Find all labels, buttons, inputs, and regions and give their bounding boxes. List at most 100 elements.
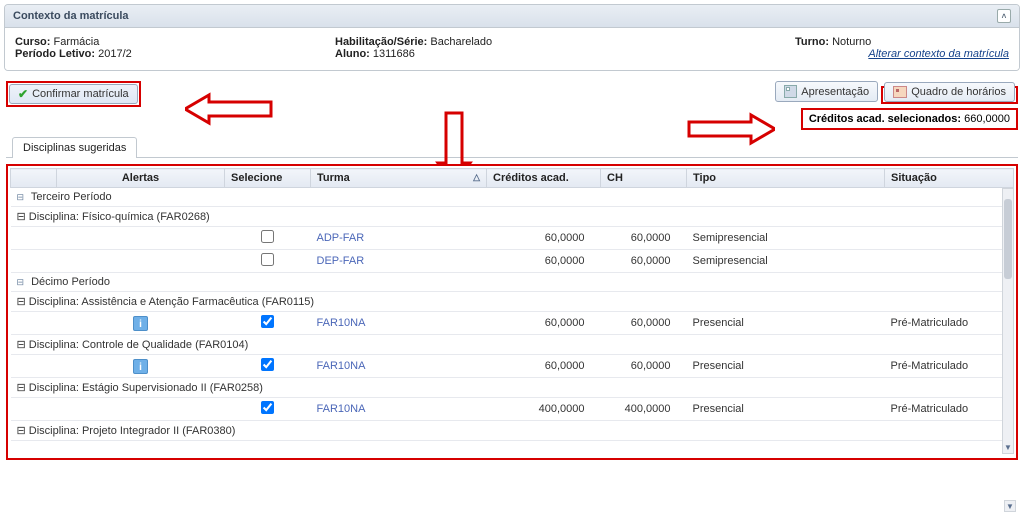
check-icon: ✔	[18, 88, 28, 100]
situacao-value	[885, 250, 1014, 273]
panel-title: Contexto da matrícula	[13, 10, 129, 22]
info-icon[interactable]: i	[133, 359, 148, 374]
cred-value: 60,0000	[487, 355, 601, 378]
select-checkbox[interactable]	[261, 401, 274, 414]
confirm-button-label: Confirmar matrícula	[32, 88, 129, 100]
schedule-button[interactable]: Quadro de horários	[884, 82, 1015, 102]
cred-value: 60,0000	[487, 250, 601, 273]
turma-link[interactable]: FAR10NA	[317, 317, 366, 329]
annotation-arrow-right	[685, 112, 775, 146]
periodo-value: 2017/2	[98, 48, 132, 60]
grid-container: Alertas Selecione Turma△ Créditos acad. …	[6, 164, 1018, 460]
presentation-button-label: Apresentação	[801, 86, 869, 98]
schedule-button-label: Quadro de horários	[911, 86, 1006, 98]
page-scroll-down-icon[interactable]: ▼	[1004, 500, 1016, 512]
select-checkbox[interactable]	[261, 315, 274, 328]
col-ch[interactable]: CH	[601, 169, 687, 188]
situacao-value: Pré-Matriculado	[885, 398, 1014, 421]
presentation-icon	[784, 85, 797, 98]
panel-body: Curso: Farmácia Período Letivo: 2017/2 H…	[5, 28, 1019, 70]
credits-label: Créditos acad. selecionados:	[809, 113, 961, 125]
info-row: Curso: Farmácia Período Letivo: 2017/2 H…	[15, 36, 1009, 60]
credits-value: 660,0000	[964, 113, 1010, 125]
collapse-discipline-icon[interactable]: ⊟	[17, 381, 26, 394]
turma-link[interactable]: FAR10NA	[317, 360, 366, 372]
presentation-button[interactable]: Apresentação	[775, 81, 878, 102]
turma-link[interactable]: ADP-FAR	[317, 232, 365, 244]
curso-value: Farmácia	[54, 36, 100, 48]
col-alertas[interactable]: Alertas	[57, 169, 225, 188]
credits-box: Créditos acad. selecionados: 660,0000	[801, 108, 1018, 130]
cred-value: 60,0000	[487, 312, 601, 335]
tipo-value: Semipresencial	[687, 227, 885, 250]
collapse-group-icon[interactable]: ⊟	[17, 277, 25, 288]
col-tipo[interactable]: Tipo	[687, 169, 885, 188]
tipo-value: Presencial	[687, 398, 885, 421]
turma-link[interactable]: DEP-FAR	[317, 255, 365, 267]
discipline-row[interactable]: ⊟ Disciplina: Controle de Qualidade (FAR…	[11, 335, 1014, 355]
sort-asc-icon: △	[473, 172, 480, 183]
annotation-box-schedule: Quadro de horários	[881, 86, 1018, 104]
group-row[interactable]: ⊟ Décimo Período	[11, 273, 1014, 292]
cred-value: 400,0000	[487, 398, 601, 421]
context-panel: Contexto da matrícula ˄ Curso: Farmácia …	[4, 4, 1020, 71]
situacao-value: Pré-Matriculado	[885, 312, 1014, 335]
tab-suggested[interactable]: Disciplinas sugeridas	[12, 137, 137, 158]
col-expand[interactable]	[11, 169, 57, 188]
col-cred[interactable]: Créditos acad.	[487, 169, 601, 188]
group-row[interactable]: ⊟ Terceiro Período	[11, 188, 1014, 207]
table-row: iFAR10NA60,000060,0000PresencialPré-Matr…	[11, 355, 1014, 378]
info-icon[interactable]: i	[133, 316, 148, 331]
situacao-value: Pré-Matriculado	[885, 355, 1014, 378]
collapse-discipline-icon[interactable]: ⊟	[17, 295, 26, 308]
turno-label: Turno:	[795, 36, 829, 48]
scroll-thumb[interactable]	[1004, 199, 1012, 279]
hab-label: Habilitação/Série:	[335, 36, 427, 48]
confirm-button[interactable]: ✔ Confirmar matrícula	[9, 84, 138, 104]
collapse-discipline-icon[interactable]: ⊟	[17, 338, 26, 351]
tipo-value: Presencial	[687, 355, 885, 378]
select-checkbox[interactable]	[261, 358, 274, 371]
tabs: Disciplinas sugeridas	[6, 136, 1018, 158]
tipo-value: Semipresencial	[687, 250, 885, 273]
ch-value: 60,0000	[601, 250, 687, 273]
discipline-row[interactable]: ⊟ Disciplina: Projeto Integrador II (FAR…	[11, 421, 1014, 441]
turno-value: Noturno	[832, 36, 871, 48]
right-buttons: Apresentação Quadro de horários Créditos…	[775, 81, 1018, 130]
discipline-row[interactable]: ⊟ Disciplina: Estágio Supervisionado II …	[11, 378, 1014, 398]
cred-value: 60,0000	[487, 227, 601, 250]
annotation-arrow-left	[185, 92, 275, 126]
situacao-value	[885, 227, 1014, 250]
discipline-row[interactable]: ⊟ Disciplina: Assistência e Atenção Farm…	[11, 292, 1014, 312]
scroll-down-icon[interactable]: ▼	[1003, 441, 1013, 453]
collapse-icon[interactable]: ˄	[997, 9, 1011, 23]
turma-link[interactable]: FAR10NA	[317, 403, 366, 415]
grid-scrollbar[interactable]: ▼	[1002, 188, 1014, 454]
col-situacao[interactable]: Situação	[885, 169, 1014, 188]
discipline-row[interactable]: ⊟ Disciplina: Físico-química (FAR0268)	[11, 207, 1014, 227]
ch-value: 400,0000	[601, 398, 687, 421]
periodo-label: Período Letivo:	[15, 48, 95, 60]
tipo-value: Presencial	[687, 312, 885, 335]
col-selecione[interactable]: Selecione	[225, 169, 311, 188]
change-context-link[interactable]: Alterar contexto da matrícula	[868, 48, 1009, 60]
ch-value: 60,0000	[601, 227, 687, 250]
ch-value: 60,0000	[601, 355, 687, 378]
curso-label: Curso:	[15, 36, 50, 48]
hab-value: Bacharelado	[430, 36, 492, 48]
toolbar: ✔ Confirmar matrícula Apresentação Quadr…	[0, 75, 1024, 132]
ch-value: 60,0000	[601, 312, 687, 335]
table-row: iFAR10NA60,000060,0000PresencialPré-Matr…	[11, 312, 1014, 335]
table-row: ADP-FAR60,000060,0000Semipresencial	[11, 227, 1014, 250]
annotation-box-confirm: ✔ Confirmar matrícula	[6, 81, 141, 107]
panel-header: Contexto da matrícula ˄	[5, 5, 1019, 28]
grid: Alertas Selecione Turma△ Créditos acad. …	[10, 168, 1014, 441]
collapse-discipline-icon[interactable]: ⊟	[17, 424, 26, 437]
col-turma[interactable]: Turma△	[311, 169, 487, 188]
table-row: FAR10NA400,0000400,0000PresencialPré-Mat…	[11, 398, 1014, 421]
select-checkbox[interactable]	[261, 230, 274, 243]
collapse-discipline-icon[interactable]: ⊟	[17, 210, 26, 223]
collapse-group-icon[interactable]: ⊟	[17, 192, 25, 203]
aluno-value: 1311686	[373, 48, 415, 60]
select-checkbox[interactable]	[261, 253, 274, 266]
